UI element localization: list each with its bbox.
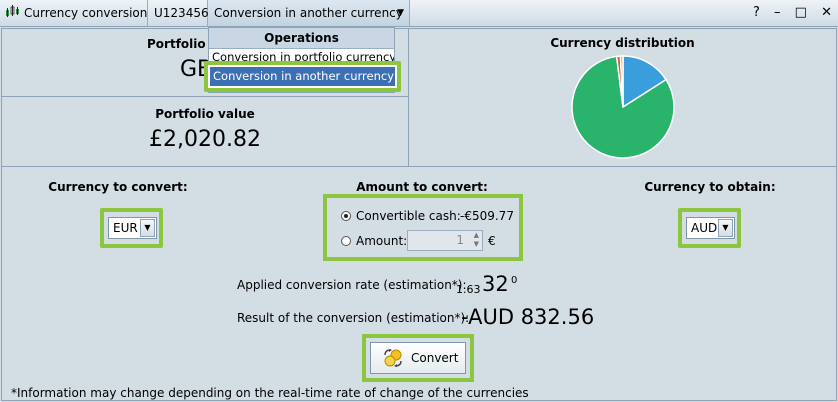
currency-to-convert-select[interactable]: EUR ▼ — [108, 217, 157, 239]
portfolio-currency-label: Portfolio c — [147, 37, 217, 51]
menu-item-another-currency-label: Conversion in another currency — [210, 67, 395, 86]
operation-dropdown[interactable]: Conversion in another currency ▼ — [208, 0, 410, 26]
app-title: Currency conversion — [24, 6, 148, 20]
minimize-icon[interactable]: – — [774, 5, 781, 20]
operations-menu-header: Operations — [209, 28, 394, 49]
currency-distribution-pie — [571, 55, 675, 159]
amount-to-convert-label: Amount to convert: — [356, 180, 488, 194]
title-bar: Currency conversion U123456 Conversion i… — [0, 0, 838, 27]
conversion-result-label: Result of the conversion (estimation*): — [237, 311, 470, 325]
convertible-cash-radio[interactable] — [341, 211, 351, 221]
window-controls: ? – □ ✕ — [743, 0, 832, 26]
user-id: U123456 — [148, 0, 209, 26]
currency-distribution-label: Currency distribution — [550, 36, 695, 50]
convert-button[interactable]: Convert — [370, 342, 466, 374]
currency-to-obtain-select[interactable]: AUD ▼ — [686, 217, 735, 239]
conversion-rate-small: 1.63 — [456, 283, 481, 296]
operation-dropdown-value: Conversion in another currency — [214, 6, 403, 20]
convertible-cash-value: -€509.77 — [460, 209, 514, 223]
portfolio-value: £2,020.82 — [149, 127, 261, 152]
portfolio-value-label: Portfolio value — [155, 107, 255, 121]
currency-to-convert-label: Currency to convert: — [48, 180, 188, 194]
menu-item-another-currency[interactable]: Conversion in another currency — [204, 61, 401, 92]
radio-selected-dot — [344, 214, 348, 218]
amount-label: Amount: — [356, 234, 408, 248]
amount-stepper[interactable]: 1 ▲ ▼ — [407, 230, 483, 251]
convertible-cash-label: Convertible cash: — [356, 209, 461, 223]
chevron-down-icon: ▼ — [397, 8, 404, 18]
convert-button-highlight: Convert — [362, 334, 474, 382]
conversion-rate-label: Applied conversion rate (estimation*): — [237, 278, 467, 292]
conversion-rate-sup: 0 — [511, 275, 518, 286]
currency-distribution-panel: Currency distribution — [408, 28, 837, 167]
exchange-icon — [383, 349, 403, 370]
amount-unit: € — [488, 234, 496, 248]
conversion-rate-big: 32 — [482, 272, 509, 296]
convert-button-label: Convert — [411, 351, 459, 365]
chevron-down-icon: ▼ — [718, 219, 733, 237]
currency-to-obtain-label: Currency to obtain: — [644, 180, 776, 194]
candlestick-icon — [5, 1, 20, 27]
maximize-icon[interactable]: □ — [795, 5, 807, 20]
portfolio-value-panel: Portfolio value £2,020.82 — [1, 96, 409, 167]
amount-radio[interactable] — [341, 236, 351, 246]
close-icon[interactable]: ✕ — [821, 5, 832, 20]
stepper-arrows-icon[interactable]: ▲ ▼ — [474, 231, 479, 249]
currency-to-obtain-value: AUD — [691, 221, 718, 235]
currency-to-obtain-highlight: AUD ▼ — [678, 208, 741, 248]
help-icon[interactable]: ? — [753, 5, 760, 20]
app-title-cell: Currency conversion — [0, 0, 148, 26]
amount-value: 1 — [456, 233, 464, 247]
currency-to-convert-highlight: EUR ▼ — [100, 208, 163, 248]
currency-to-convert-value: EUR — [113, 221, 138, 235]
chevron-down-icon: ▼ — [140, 219, 155, 237]
footnote: *Information may change depending on the… — [11, 386, 529, 400]
conversion-result-value: -AUD 832.56 — [461, 305, 595, 329]
